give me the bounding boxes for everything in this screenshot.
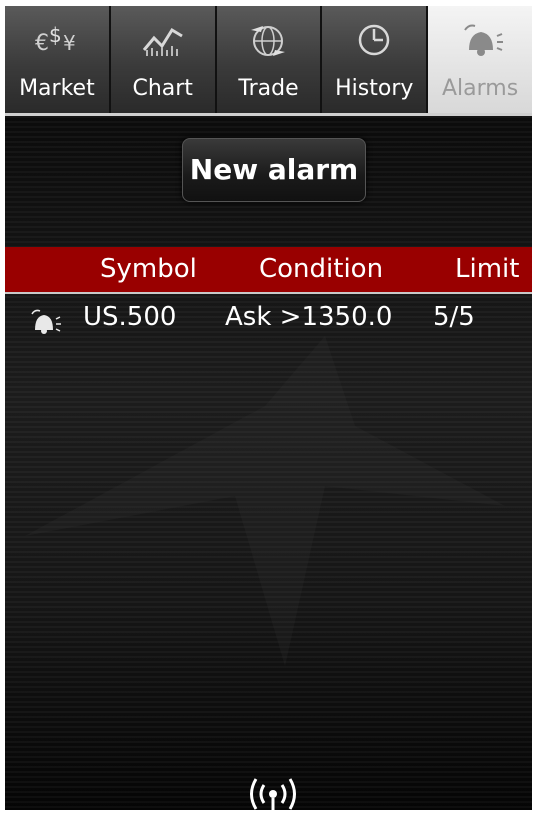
tab-trade-label: Trade bbox=[238, 76, 299, 101]
tab-bar: € $ ¥ Market Chart Trade History Alarms bbox=[5, 6, 532, 113]
tab-market[interactable]: € $ ¥ Market bbox=[5, 6, 111, 113]
connection-signal-icon bbox=[250, 778, 296, 810]
column-header-symbol[interactable]: Symbol bbox=[100, 254, 197, 284]
tab-chart[interactable]: Chart bbox=[110, 6, 217, 113]
app-screen: € $ ¥ Market Chart Trade History Alarms … bbox=[5, 6, 532, 810]
row-condition: Ask >1350.0 bbox=[225, 302, 393, 332]
tab-alarms[interactable]: Alarms bbox=[428, 6, 532, 113]
alarms-panel: New alarm Symbol Condition Limit US.500 … bbox=[5, 116, 532, 810]
tab-market-label: Market bbox=[19, 76, 95, 101]
table-row[interactable]: US.500 Ask >1350.0 5/5 bbox=[5, 298, 532, 348]
globe-icon bbox=[217, 20, 321, 60]
tab-alarms-label: Alarms bbox=[441, 76, 519, 101]
clock-icon bbox=[322, 20, 426, 60]
tab-history[interactable]: History bbox=[322, 6, 429, 113]
svg-text:€: € bbox=[35, 31, 49, 56]
tab-history-label: History bbox=[335, 76, 414, 101]
row-symbol: US.500 bbox=[83, 302, 177, 332]
tab-trade[interactable]: Trade bbox=[216, 6, 323, 113]
row-limit: 5/5 bbox=[433, 302, 475, 332]
tab-chart-label: Chart bbox=[132, 76, 193, 101]
alarms-table-header: Symbol Condition Limit bbox=[5, 247, 532, 294]
column-header-condition[interactable]: Condition bbox=[259, 254, 383, 284]
svg-text:¥: ¥ bbox=[63, 31, 76, 55]
alarm-bell-icon bbox=[428, 20, 532, 60]
background-logo-shape bbox=[25, 336, 505, 666]
alarm-bell-icon bbox=[29, 308, 63, 343]
new-alarm-button[interactable]: New alarm bbox=[182, 138, 366, 202]
currency-icon: € $ ¥ bbox=[5, 20, 109, 60]
chart-icon bbox=[111, 20, 215, 60]
svg-text:$: $ bbox=[49, 23, 62, 47]
column-header-limit[interactable]: Limit bbox=[455, 254, 519, 284]
